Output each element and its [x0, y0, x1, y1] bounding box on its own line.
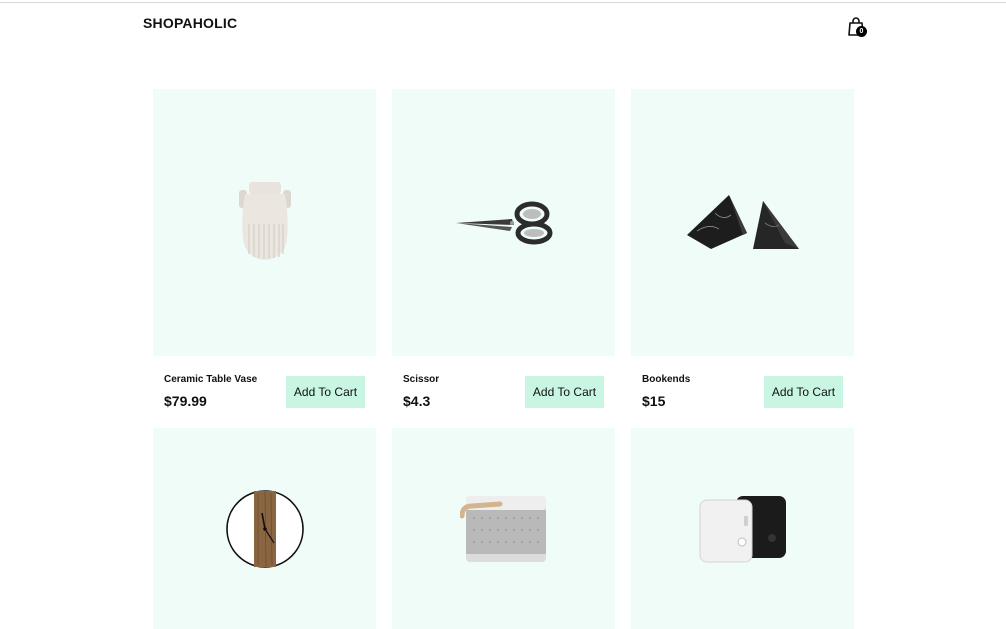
product-image-box[interactable] — [153, 428, 376, 629]
product-card: Ceramic Table Vase $79.99 Add To Cart — [153, 89, 376, 428]
product-name: Ceramic Table Vase — [164, 374, 258, 385]
product-card: Bookends $15 Add To Cart — [631, 89, 854, 428]
product-name: Scissor — [403, 374, 440, 385]
product-card — [631, 428, 854, 629]
bluetooth-speaker-image — [459, 495, 546, 562]
product-image-box[interactable] — [153, 89, 376, 356]
product-card — [153, 428, 376, 629]
product-price: $79.99 — [164, 393, 207, 409]
product-price: $4.3 — [403, 393, 431, 409]
scissor-image — [455, 201, 552, 244]
ceramic-vase-image — [238, 181, 291, 260]
bookends-image — [686, 194, 799, 249]
product-image-box[interactable] — [631, 89, 854, 356]
product-name: Bookends — [642, 374, 691, 385]
add-to-cart-button[interactable]: Add To Cart — [286, 376, 365, 408]
product-image-box[interactable] — [392, 428, 615, 629]
product-info: Bookends $15 Add To Cart — [631, 356, 854, 428]
add-to-cart-button[interactable]: Add To Cart — [764, 376, 843, 408]
wall-clock-image — [225, 489, 304, 568]
product-price: $15 — [642, 393, 666, 409]
white-black-devices-image — [699, 495, 786, 562]
site-header: SHOPAHOLIC 0 — [0, 0, 1006, 50]
brand-logo[interactable]: SHOPAHOLIC — [143, 15, 237, 31]
cart-count-badge: 0 — [856, 26, 867, 37]
product-info: Ceramic Table Vase $79.99 Add To Cart — [153, 356, 376, 428]
product-info: Scissor $4.3 Add To Cart — [392, 356, 615, 428]
add-to-cart-button[interactable]: Add To Cart — [525, 376, 604, 408]
product-image-box[interactable] — [631, 428, 854, 629]
product-card — [392, 428, 615, 629]
product-image-box[interactable] — [392, 89, 615, 356]
product-card: Scissor $4.3 Add To Cart — [392, 89, 615, 428]
